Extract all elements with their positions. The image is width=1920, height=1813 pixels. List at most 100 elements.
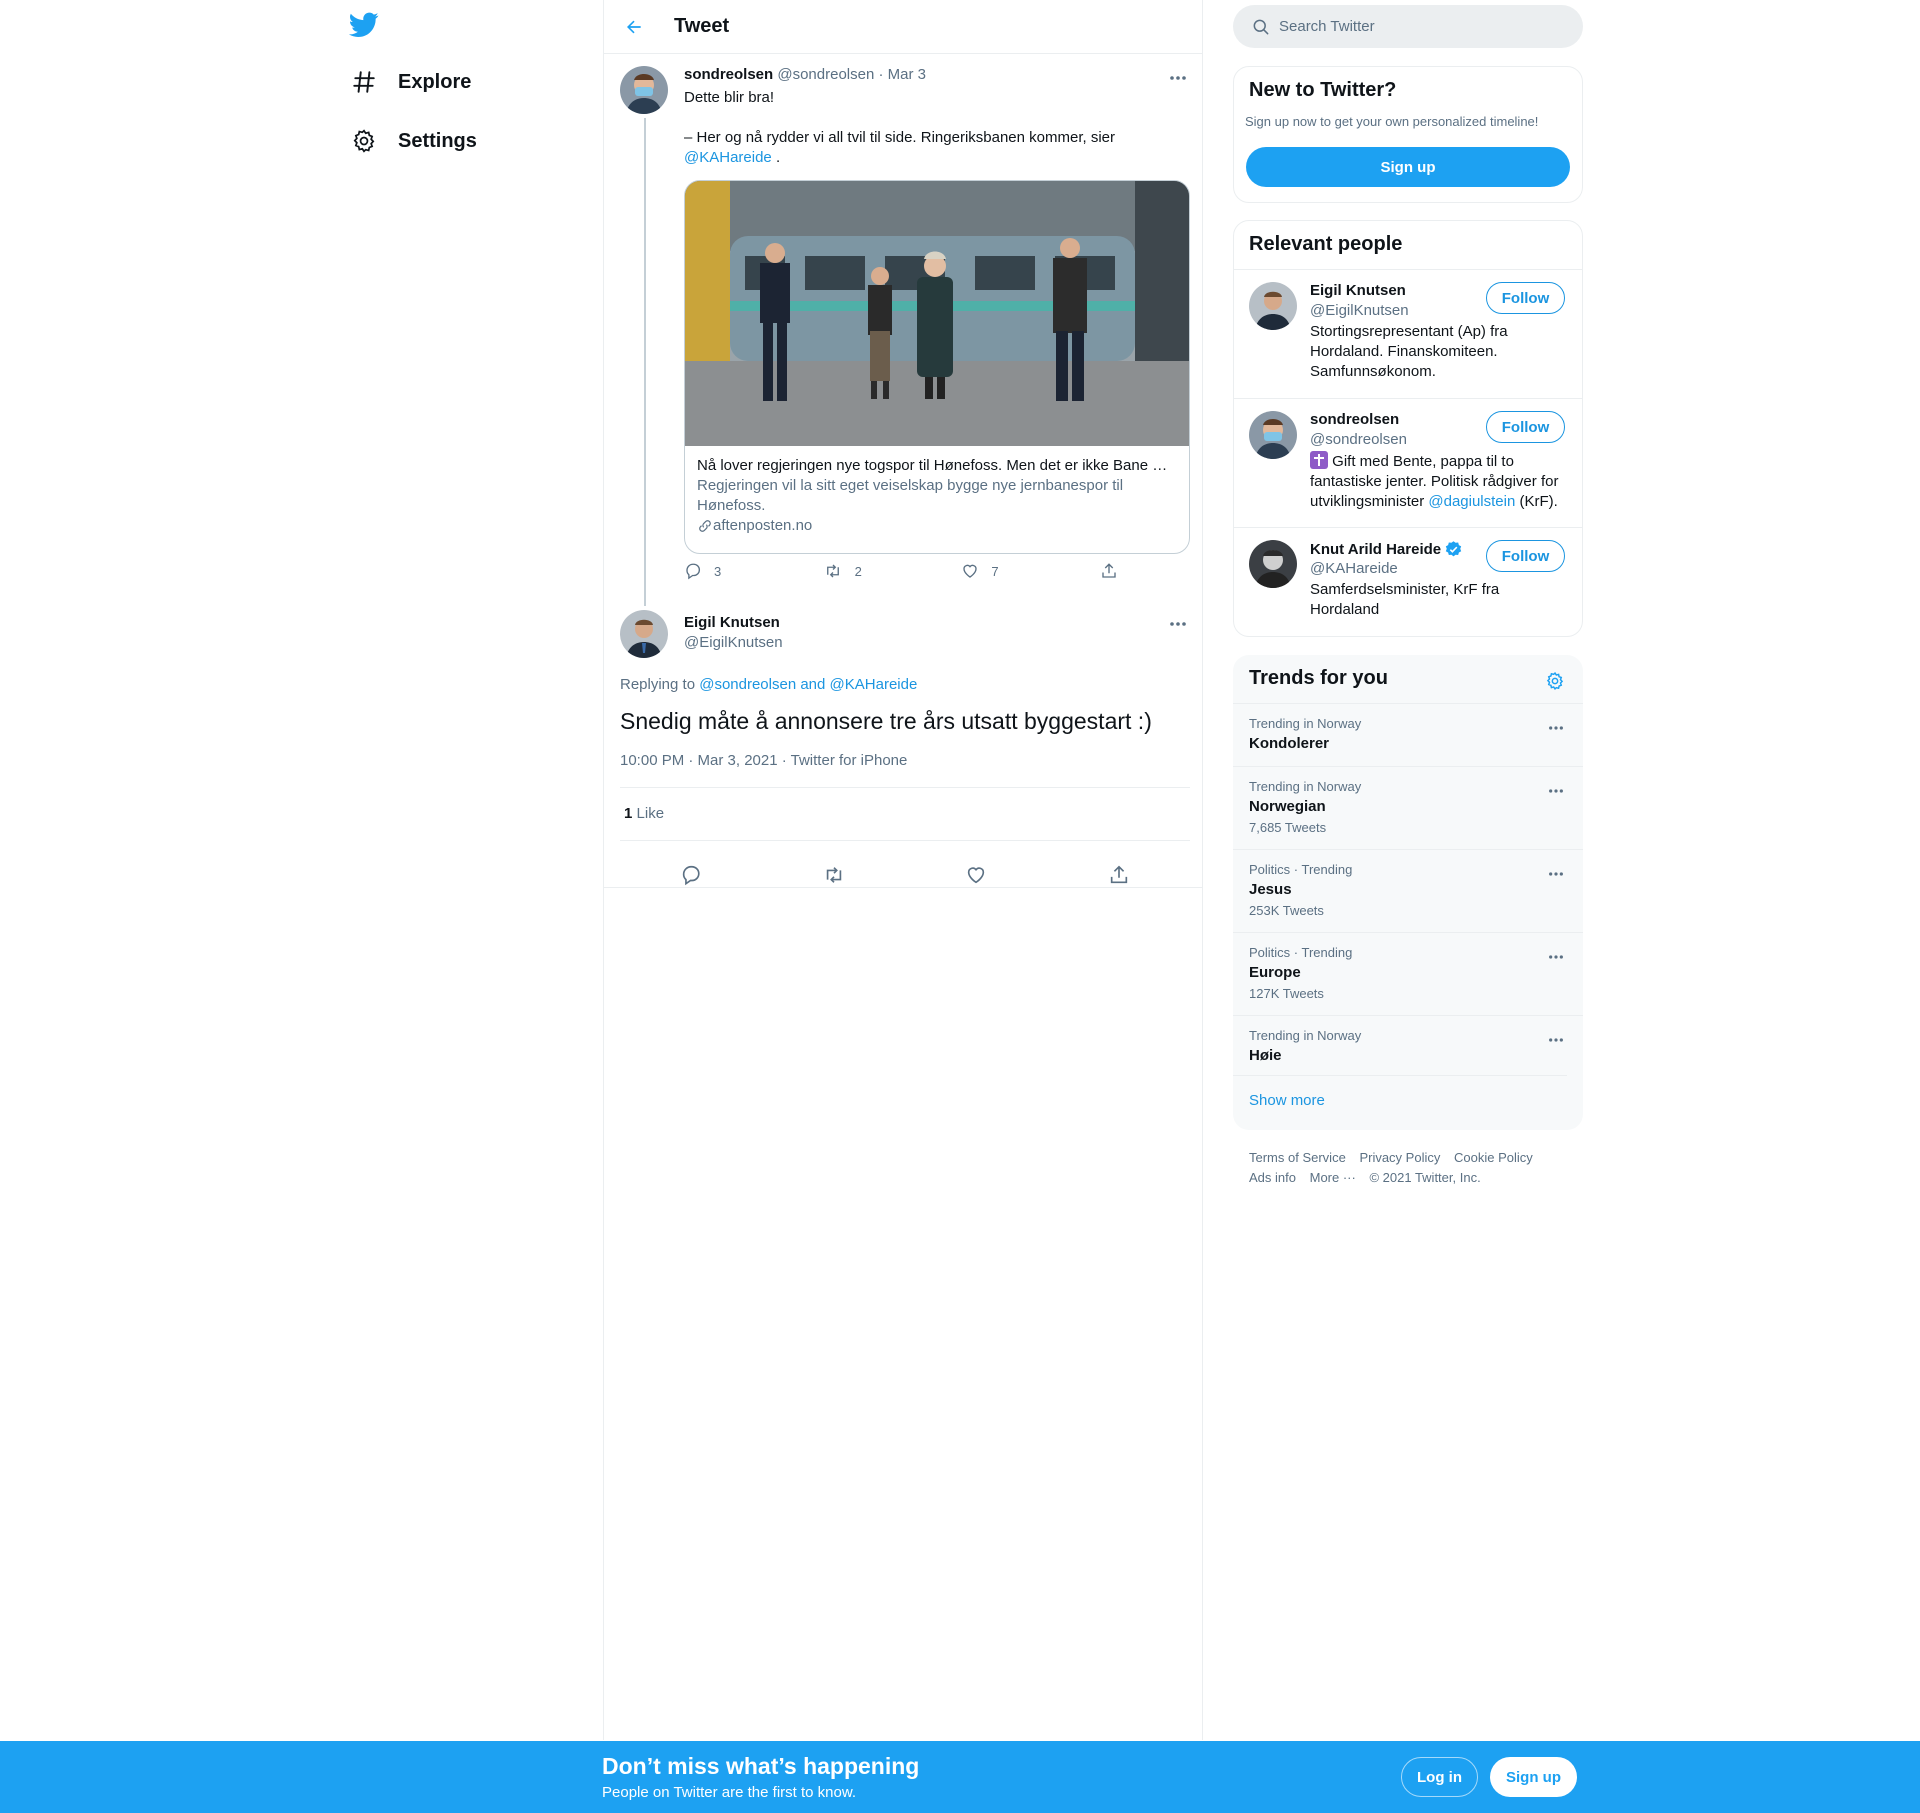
trends-settings-button[interactable] [1541, 667, 1569, 695]
mention-link[interactable]: @dagiulstein [1428, 493, 1515, 510]
trend-name: Høie [1249, 1047, 1282, 1064]
trend-options-button[interactable] [1541, 945, 1571, 969]
gear-icon [340, 117, 388, 165]
retweet-button[interactable] [814, 855, 854, 895]
person-card[interactable]: Eigil Knutsen @EigilKnutsen Stortingsrep… [1234, 269, 1582, 399]
trend-count: 253K Tweets [1249, 903, 1324, 918]
nav-item-label: Settings [398, 129, 477, 152]
tweet-author-line: sondreolsen @sondreolsen · Mar 3 [684, 66, 926, 83]
trend-options-button[interactable] [1541, 716, 1571, 740]
link-preview-card[interactable]: Nå lover regjeringen nye togspor til Høn… [684, 180, 1190, 554]
avatar[interactable] [1249, 540, 1297, 588]
reply-icon [686, 563, 700, 580]
twitter-logo-icon[interactable] [348, 12, 379, 38]
search-box[interactable] [1233, 5, 1583, 48]
person-bio: Gift med Bente, pappa til to fantastiske… [1310, 451, 1570, 512]
avatar[interactable] [1249, 282, 1297, 330]
follow-button[interactable]: Follow [1486, 540, 1565, 572]
search-input[interactable] [1279, 18, 1559, 35]
trends-panel: Trends for you Trending in Norway Kondol… [1233, 655, 1583, 1130]
panel-title: New to Twitter? [1249, 79, 1397, 101]
show-more-link[interactable]: Show more [1233, 1075, 1567, 1129]
footer-link-cookie[interactable]: Cookie Policy [1454, 1150, 1533, 1165]
more-dots-icon [1170, 622, 1186, 626]
tweet-timestamp[interactable]: 10:00 PM · Mar 3, 2021 · Twitter for iPh… [620, 752, 907, 769]
share-button[interactable] [1100, 562, 1124, 580]
sign-up-button[interactable]: Sign up [1490, 1757, 1577, 1797]
trend-name: Europe [1249, 964, 1301, 981]
trend-item[interactable]: Trending in Norway Norwegian 7,685 Tweet… [1233, 766, 1583, 849]
trend-item[interactable]: Trending in Norway Høie [1233, 1015, 1583, 1078]
thread-connector [644, 118, 646, 606]
trend-name: Jesus [1249, 881, 1292, 898]
search-icon [1253, 19, 1269, 34]
person-handle[interactable]: @KAHareide [1310, 560, 1398, 577]
footer-link-more[interactable]: More ··· [1310, 1170, 1356, 1185]
tweet-header: Tweet [604, 0, 1202, 54]
sign-up-button[interactable]: Sign up [1246, 147, 1570, 187]
retweet-button[interactable]: 2 [823, 562, 933, 580]
avatar[interactable] [620, 610, 668, 658]
footer-link-privacy[interactable]: Privacy Policy [1359, 1150, 1440, 1165]
follow-button[interactable]: Follow [1486, 411, 1565, 443]
trend-name: Norwegian [1249, 798, 1326, 815]
trend-item[interactable]: Trending in Norway Kondolerer [1233, 703, 1583, 766]
mention-link[interactable]: @KAHareide [684, 149, 772, 166]
share-button[interactable] [1099, 855, 1139, 895]
tweet-text-fragment: – Her og nå rydder vi all tvil til side.… [684, 129, 1116, 146]
reply-button[interactable] [671, 855, 711, 895]
heart-icon [968, 867, 985, 884]
more-dots-icon [1549, 872, 1563, 876]
card-image [685, 181, 1189, 446]
trend-category: Politics · Trending [1249, 945, 1353, 960]
avatar[interactable] [620, 66, 668, 114]
author-name[interactable]: Eigil Knutsen [684, 614, 780, 631]
trend-options-button[interactable] [1541, 779, 1571, 803]
likes-summary[interactable]: 1 Like [624, 805, 664, 822]
trend-options-button[interactable] [1541, 1028, 1571, 1052]
tweet-date[interactable]: · Mar 3 [878, 66, 926, 83]
trend-item[interactable]: Politics · Trending Jesus 253K Tweets [1233, 849, 1583, 932]
person-name[interactable]: Eigil Knutsen [1310, 282, 1406, 299]
link-icon [699, 520, 711, 532]
banner-title: Don’t miss what’s happening [602, 1753, 920, 1779]
tweet-text: Snedig måte å annonsere tre års utsatt b… [620, 708, 1152, 734]
footer-link-ads-info[interactable]: Ads info [1249, 1170, 1296, 1185]
panel-subtitle: Sign up now to get your own personalized… [1245, 114, 1539, 129]
author-handle[interactable]: @sondreolsen [777, 66, 874, 83]
reply-icon [683, 865, 700, 886]
hashtag-icon [340, 58, 388, 106]
new-to-twitter-panel: New to Twitter? Sign up now to get your … [1233, 66, 1583, 203]
more-options-button[interactable] [1163, 66, 1193, 90]
back-button[interactable] [616, 9, 652, 45]
follow-button[interactable]: Follow [1486, 282, 1565, 314]
trend-item[interactable]: Politics · Trending Europe 127K Tweets [1233, 932, 1583, 1015]
signup-banner: Don’t miss what’s happening People on Tw… [0, 1741, 1920, 1813]
nav-item-settings[interactable]: Settings [340, 117, 477, 165]
gear-icon [1546, 671, 1564, 691]
tweet-text-fragment: . [775, 149, 781, 166]
footer-link-terms[interactable]: Terms of Service [1249, 1150, 1346, 1165]
person-name[interactable]: sondreolsen [1310, 411, 1399, 428]
heart-icon [963, 564, 977, 578]
trend-options-button[interactable] [1541, 862, 1571, 886]
avatar[interactable] [1249, 411, 1297, 459]
replying-to-link[interactable]: @sondreolsen and @KAHareide [699, 676, 917, 693]
panel-title: Relevant people [1249, 233, 1403, 255]
person-handle[interactable]: @EigilKnutsen [1310, 302, 1409, 319]
log-in-button[interactable]: Log in [1401, 1757, 1478, 1797]
person-name[interactable]: Knut Arild Hareide [1310, 540, 1463, 559]
card-description: Regjeringen vil la sitt eget veiselskap … [697, 477, 1124, 514]
author-name[interactable]: sondreolsen [684, 66, 773, 83]
like-button[interactable]: 7 [961, 562, 1071, 580]
author-handle[interactable]: @EigilKnutsen [684, 634, 783, 651]
person-bio: Stortingsrepresentant (Ap) fra Hordaland… [1310, 323, 1508, 380]
like-button[interactable] [956, 855, 996, 895]
person-card[interactable]: Knut Arild Hareide @KAHareide Samferdsel… [1234, 527, 1582, 636]
tweet-text-line: Dette blir bra! [684, 89, 775, 106]
more-options-button[interactable] [1163, 612, 1193, 636]
person-handle[interactable]: @sondreolsen [1310, 431, 1407, 448]
person-card[interactable]: sondreolsen @sondreolsen Gift med Bente,… [1234, 398, 1582, 528]
reply-button[interactable]: 3 [684, 562, 794, 580]
nav-item-explore[interactable]: Explore [340, 58, 471, 106]
